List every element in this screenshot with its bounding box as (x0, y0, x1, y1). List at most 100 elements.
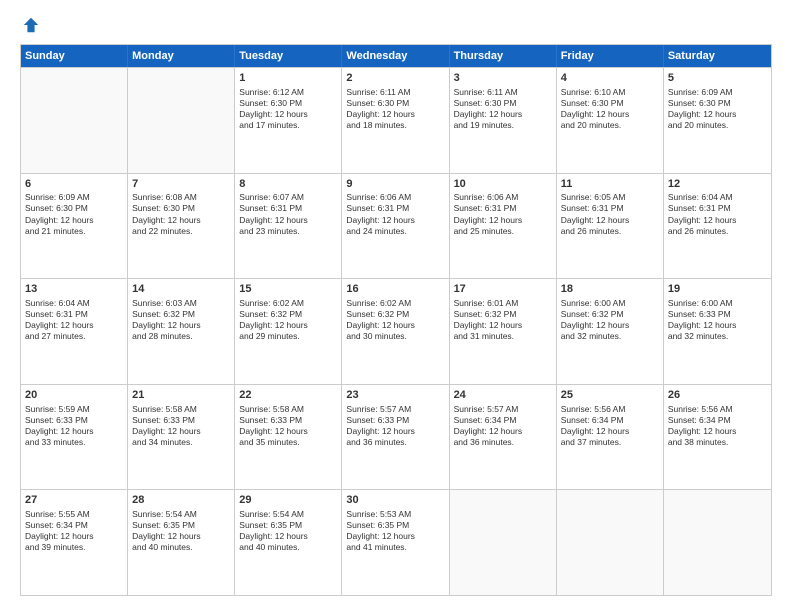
calendar-cell: 14Sunrise: 6:03 AM Sunset: 6:32 PM Dayli… (128, 279, 235, 384)
day-number: 20 (25, 388, 123, 403)
calendar-cell (128, 68, 235, 173)
calendar-cell: 2Sunrise: 6:11 AM Sunset: 6:30 PM Daylig… (342, 68, 449, 173)
calendar-week: 6Sunrise: 6:09 AM Sunset: 6:30 PM Daylig… (21, 173, 771, 279)
day-info: Sunrise: 6:02 AM Sunset: 6:32 PM Dayligh… (239, 298, 337, 342)
day-info: Sunrise: 5:57 AM Sunset: 6:33 PM Dayligh… (346, 404, 444, 448)
calendar-header-day: Tuesday (235, 45, 342, 67)
calendar-body: 1Sunrise: 6:12 AM Sunset: 6:30 PM Daylig… (21, 67, 771, 595)
day-number: 11 (561, 177, 659, 192)
calendar-cell (450, 490, 557, 595)
calendar-header-day: Wednesday (342, 45, 449, 67)
calendar-cell: 6Sunrise: 6:09 AM Sunset: 6:30 PM Daylig… (21, 174, 128, 279)
day-number: 16 (346, 282, 444, 297)
day-number: 29 (239, 493, 337, 508)
day-number: 19 (668, 282, 767, 297)
day-number: 23 (346, 388, 444, 403)
calendar-cell: 18Sunrise: 6:00 AM Sunset: 6:32 PM Dayli… (557, 279, 664, 384)
calendar-cell: 1Sunrise: 6:12 AM Sunset: 6:30 PM Daylig… (235, 68, 342, 173)
day-number: 21 (132, 388, 230, 403)
day-info: Sunrise: 6:06 AM Sunset: 6:31 PM Dayligh… (454, 192, 552, 236)
calendar-cell: 7Sunrise: 6:08 AM Sunset: 6:30 PM Daylig… (128, 174, 235, 279)
calendar-cell: 5Sunrise: 6:09 AM Sunset: 6:30 PM Daylig… (664, 68, 771, 173)
day-info: Sunrise: 6:11 AM Sunset: 6:30 PM Dayligh… (346, 87, 444, 131)
calendar-header-day: Friday (557, 45, 664, 67)
calendar-cell: 28Sunrise: 5:54 AM Sunset: 6:35 PM Dayli… (128, 490, 235, 595)
calendar-cell: 15Sunrise: 6:02 AM Sunset: 6:32 PM Dayli… (235, 279, 342, 384)
day-info: Sunrise: 6:09 AM Sunset: 6:30 PM Dayligh… (668, 87, 767, 131)
day-info: Sunrise: 6:00 AM Sunset: 6:33 PM Dayligh… (668, 298, 767, 342)
day-info: Sunrise: 6:12 AM Sunset: 6:30 PM Dayligh… (239, 87, 337, 131)
day-info: Sunrise: 5:58 AM Sunset: 6:33 PM Dayligh… (132, 404, 230, 448)
day-info: Sunrise: 6:04 AM Sunset: 6:31 PM Dayligh… (25, 298, 123, 342)
day-number: 10 (454, 177, 552, 192)
calendar-cell: 26Sunrise: 5:56 AM Sunset: 6:34 PM Dayli… (664, 385, 771, 490)
logo-icon (22, 16, 40, 34)
day-number: 7 (132, 177, 230, 192)
day-info: Sunrise: 5:57 AM Sunset: 6:34 PM Dayligh… (454, 404, 552, 448)
day-info: Sunrise: 6:00 AM Sunset: 6:32 PM Dayligh… (561, 298, 659, 342)
day-number: 2 (346, 71, 444, 86)
day-info: Sunrise: 5:59 AM Sunset: 6:33 PM Dayligh… (25, 404, 123, 448)
calendar-week: 13Sunrise: 6:04 AM Sunset: 6:31 PM Dayli… (21, 278, 771, 384)
day-number: 24 (454, 388, 552, 403)
day-info: Sunrise: 6:03 AM Sunset: 6:32 PM Dayligh… (132, 298, 230, 342)
day-number: 22 (239, 388, 337, 403)
day-number: 12 (668, 177, 767, 192)
day-info: Sunrise: 6:11 AM Sunset: 6:30 PM Dayligh… (454, 87, 552, 131)
calendar-header-day: Saturday (664, 45, 771, 67)
day-number: 4 (561, 71, 659, 86)
day-info: Sunrise: 5:53 AM Sunset: 6:35 PM Dayligh… (346, 509, 444, 553)
day-info: Sunrise: 5:58 AM Sunset: 6:33 PM Dayligh… (239, 404, 337, 448)
page-header (20, 16, 772, 34)
day-number: 3 (454, 71, 552, 86)
calendar-cell: 25Sunrise: 5:56 AM Sunset: 6:34 PM Dayli… (557, 385, 664, 490)
day-number: 8 (239, 177, 337, 192)
logo (20, 16, 40, 34)
calendar-header-day: Monday (128, 45, 235, 67)
day-info: Sunrise: 5:56 AM Sunset: 6:34 PM Dayligh… (561, 404, 659, 448)
calendar-cell: 10Sunrise: 6:06 AM Sunset: 6:31 PM Dayli… (450, 174, 557, 279)
day-number: 17 (454, 282, 552, 297)
calendar-cell: 11Sunrise: 6:05 AM Sunset: 6:31 PM Dayli… (557, 174, 664, 279)
calendar-cell: 23Sunrise: 5:57 AM Sunset: 6:33 PM Dayli… (342, 385, 449, 490)
day-number: 13 (25, 282, 123, 297)
day-info: Sunrise: 6:08 AM Sunset: 6:30 PM Dayligh… (132, 192, 230, 236)
calendar-cell: 21Sunrise: 5:58 AM Sunset: 6:33 PM Dayli… (128, 385, 235, 490)
calendar-cell: 20Sunrise: 5:59 AM Sunset: 6:33 PM Dayli… (21, 385, 128, 490)
calendar-week: 27Sunrise: 5:55 AM Sunset: 6:34 PM Dayli… (21, 489, 771, 595)
calendar-cell: 30Sunrise: 5:53 AM Sunset: 6:35 PM Dayli… (342, 490, 449, 595)
day-number: 1 (239, 71, 337, 86)
calendar-header: SundayMondayTuesdayWednesdayThursdayFrid… (21, 45, 771, 67)
calendar: SundayMondayTuesdayWednesdayThursdayFrid… (20, 44, 772, 596)
day-info: Sunrise: 6:09 AM Sunset: 6:30 PM Dayligh… (25, 192, 123, 236)
day-info: Sunrise: 6:05 AM Sunset: 6:31 PM Dayligh… (561, 192, 659, 236)
calendar-cell: 13Sunrise: 6:04 AM Sunset: 6:31 PM Dayli… (21, 279, 128, 384)
calendar-header-day: Sunday (21, 45, 128, 67)
day-number: 15 (239, 282, 337, 297)
calendar-cell: 19Sunrise: 6:00 AM Sunset: 6:33 PM Dayli… (664, 279, 771, 384)
calendar-cell: 3Sunrise: 6:11 AM Sunset: 6:30 PM Daylig… (450, 68, 557, 173)
day-number: 9 (346, 177, 444, 192)
day-number: 25 (561, 388, 659, 403)
day-info: Sunrise: 6:01 AM Sunset: 6:32 PM Dayligh… (454, 298, 552, 342)
calendar-cell: 27Sunrise: 5:55 AM Sunset: 6:34 PM Dayli… (21, 490, 128, 595)
day-info: Sunrise: 5:54 AM Sunset: 6:35 PM Dayligh… (239, 509, 337, 553)
day-info: Sunrise: 6:02 AM Sunset: 6:32 PM Dayligh… (346, 298, 444, 342)
calendar-cell: 9Sunrise: 6:06 AM Sunset: 6:31 PM Daylig… (342, 174, 449, 279)
day-info: Sunrise: 6:10 AM Sunset: 6:30 PM Dayligh… (561, 87, 659, 131)
day-number: 18 (561, 282, 659, 297)
day-info: Sunrise: 5:56 AM Sunset: 6:34 PM Dayligh… (668, 404, 767, 448)
calendar-cell: 12Sunrise: 6:04 AM Sunset: 6:31 PM Dayli… (664, 174, 771, 279)
day-info: Sunrise: 6:06 AM Sunset: 6:31 PM Dayligh… (346, 192, 444, 236)
day-info: Sunrise: 5:54 AM Sunset: 6:35 PM Dayligh… (132, 509, 230, 553)
calendar-header-day: Thursday (450, 45, 557, 67)
day-info: Sunrise: 5:55 AM Sunset: 6:34 PM Dayligh… (25, 509, 123, 553)
day-info: Sunrise: 6:04 AM Sunset: 6:31 PM Dayligh… (668, 192, 767, 236)
calendar-cell (664, 490, 771, 595)
calendar-cell: 4Sunrise: 6:10 AM Sunset: 6:30 PM Daylig… (557, 68, 664, 173)
day-number: 30 (346, 493, 444, 508)
calendar-cell: 29Sunrise: 5:54 AM Sunset: 6:35 PM Dayli… (235, 490, 342, 595)
calendar-week: 1Sunrise: 6:12 AM Sunset: 6:30 PM Daylig… (21, 67, 771, 173)
day-number: 5 (668, 71, 767, 86)
day-number: 28 (132, 493, 230, 508)
